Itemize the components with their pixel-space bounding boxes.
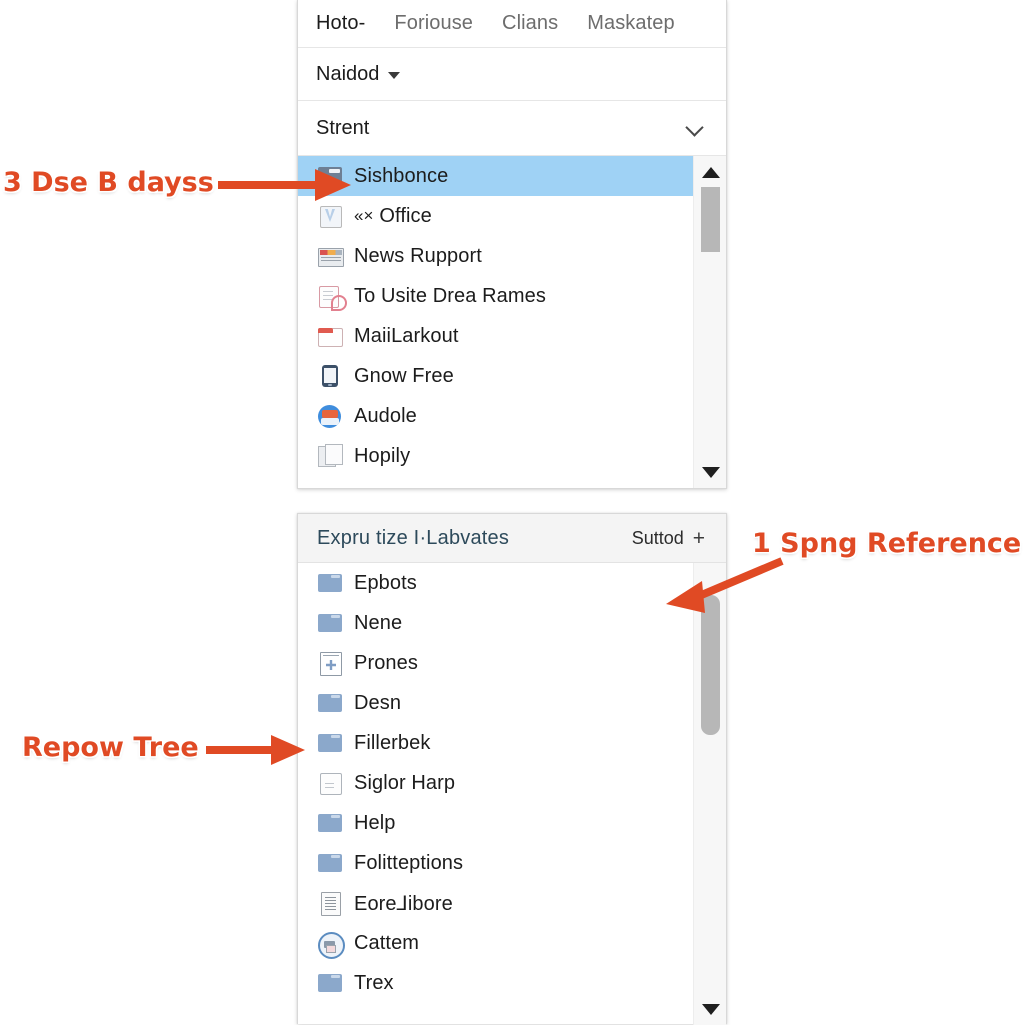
- list-item-trex[interactable]: Trex: [298, 963, 693, 1003]
- list-item-label: Audole: [354, 404, 417, 427]
- list-item-label: News Rupport: [354, 244, 482, 267]
- checkbox-check-icon: [317, 203, 343, 229]
- list-item-eorellibore[interactable]: Eore⅃ibore: [298, 883, 693, 923]
- list-item-label: Help: [354, 811, 396, 834]
- scrollbar-thumb[interactable]: [701, 187, 720, 252]
- panel-title: Expru tize I·Labvates: [317, 526, 510, 549]
- list-item-label: To Usite Drea Rames: [354, 284, 546, 307]
- list-item-label: Sishbonce: [354, 164, 449, 187]
- list-item-label: Eore⅃ibore: [354, 892, 453, 915]
- audio-app-icon: [317, 403, 343, 429]
- scrollbar-thumb[interactable]: [701, 595, 720, 735]
- list-item-desn[interactable]: Desn: [298, 683, 693, 723]
- suttod-button[interactable]: Suttod: [632, 528, 684, 549]
- list-item-label: Desn: [354, 691, 402, 714]
- note-tag-icon: [317, 283, 347, 311]
- panel-header-actions: Suttod +: [632, 528, 705, 549]
- caret-down-icon: [388, 72, 401, 79]
- top-scrollbar[interactable]: [693, 156, 726, 488]
- list-item-nene[interactable]: Nene: [298, 603, 693, 643]
- top-list: Sishbonce «× Office News Rupport To Usit…: [298, 156, 693, 488]
- list-item-siglor-harp[interactable]: Siglor Harp: [298, 763, 693, 803]
- dropdown-naidod[interactable]: Naidod: [298, 48, 726, 101]
- tab-maskatep[interactable]: Maskatep: [587, 12, 675, 35]
- scroll-down-arrow-icon[interactable]: [694, 997, 726, 1021]
- folder-blue-icon: [317, 690, 343, 716]
- plus-icon[interactable]: +: [693, 528, 705, 549]
- annotation-arrow-3: [206, 735, 305, 765]
- list-item-news-rupport[interactable]: News Rupport: [298, 236, 693, 276]
- bottom-list-container: Epbots Nene Prones Desn Fillerbek Siglor: [298, 563, 726, 1025]
- tab-strip: Hoto- Foriouse Clians Maskatep: [298, 0, 726, 48]
- list-item-label: Nene: [354, 611, 403, 634]
- list-item-folitteptions[interactable]: Folitteptions: [298, 843, 693, 883]
- plus-document-icon: [317, 650, 343, 676]
- list-item-label: Folitteptions: [354, 851, 464, 874]
- list-item-gnow-free[interactable]: Gnow Free: [298, 356, 693, 396]
- list-item-label: Epbots: [354, 571, 417, 594]
- list-item-label: Trex: [354, 971, 394, 994]
- section-strent[interactable]: Strent: [298, 101, 726, 156]
- list-item-label: Prones: [354, 651, 418, 674]
- list-item-audole[interactable]: Audole: [298, 396, 693, 436]
- tab-clians[interactable]: Clians: [502, 12, 558, 35]
- folder-blue-icon: [317, 970, 343, 996]
- folder-blue-icon: [317, 610, 343, 636]
- list-item-to-usite-drea-rames[interactable]: To Usite Drea Rames: [298, 276, 693, 316]
- annotation-3-dse-b-dayss: 3 Dse B dayss: [3, 167, 214, 198]
- chevron-down-icon[interactable]: [687, 120, 704, 137]
- folder-blue-icon: [317, 730, 343, 756]
- annotation-repow-tree: Repow Tree: [22, 732, 199, 763]
- top-list-container: Sishbonce «× Office News Rupport To Usit…: [298, 156, 726, 488]
- copy-pages-icon: [317, 443, 343, 469]
- scroll-up-arrow-icon[interactable]: [694, 160, 726, 184]
- bottom-list: Epbots Nene Prones Desn Fillerbek Siglor: [298, 563, 693, 1025]
- tab-hoto[interactable]: Hoto-: [316, 12, 365, 35]
- list-item-label: MaiiLarkout: [354, 324, 459, 347]
- dropdown-label: Naidod: [316, 62, 380, 85]
- list-item-label: Siglor Harp: [354, 771, 456, 794]
- blank-document-icon: [317, 770, 343, 796]
- list-item-label: Gnow Free: [354, 364, 454, 387]
- red-folder-icon: [317, 323, 343, 349]
- annotation-arrow-2: [666, 557, 784, 613]
- list-item-label: Hopily: [354, 444, 411, 467]
- lines-document-icon: [317, 890, 343, 916]
- section-label: Strent: [316, 116, 370, 139]
- scroll-down-arrow-icon[interactable]: [694, 460, 726, 484]
- list-item-label: Cattem: [354, 931, 420, 954]
- top-panel: Hoto- Foriouse Clians Maskatep Naidod St…: [297, 0, 727, 489]
- printer-icon: [317, 930, 345, 959]
- annotation-arrow-1: [218, 169, 351, 201]
- bottom-scrollbar[interactable]: [693, 563, 726, 1025]
- phone-icon: [317, 363, 343, 389]
- tab-foriouse[interactable]: Foriouse: [394, 12, 473, 35]
- folder-blue-icon: [317, 850, 343, 876]
- folder-blue-icon: [317, 570, 343, 596]
- list-item-fillerbek[interactable]: Fillerbek: [298, 723, 693, 763]
- news-icon: [317, 243, 344, 269]
- list-item-cattem[interactable]: Cattem: [298, 923, 693, 963]
- list-item-help[interactable]: Help: [298, 803, 693, 843]
- list-item-prefix: «×: [354, 206, 374, 225]
- list-item-label: Fillerbek: [354, 731, 431, 754]
- annotation-1-spng-reference: 1 Spng Reference: [752, 528, 1022, 559]
- list-item-hopily[interactable]: Hopily: [298, 436, 693, 476]
- list-item-label: Office: [379, 204, 432, 227]
- folder-blue-icon: [317, 810, 343, 836]
- list-item-prones[interactable]: Prones: [298, 643, 693, 683]
- list-item-epbots[interactable]: Epbots: [298, 563, 693, 603]
- list-item-maiilarkout[interactable]: MaiiLarkout: [298, 316, 693, 356]
